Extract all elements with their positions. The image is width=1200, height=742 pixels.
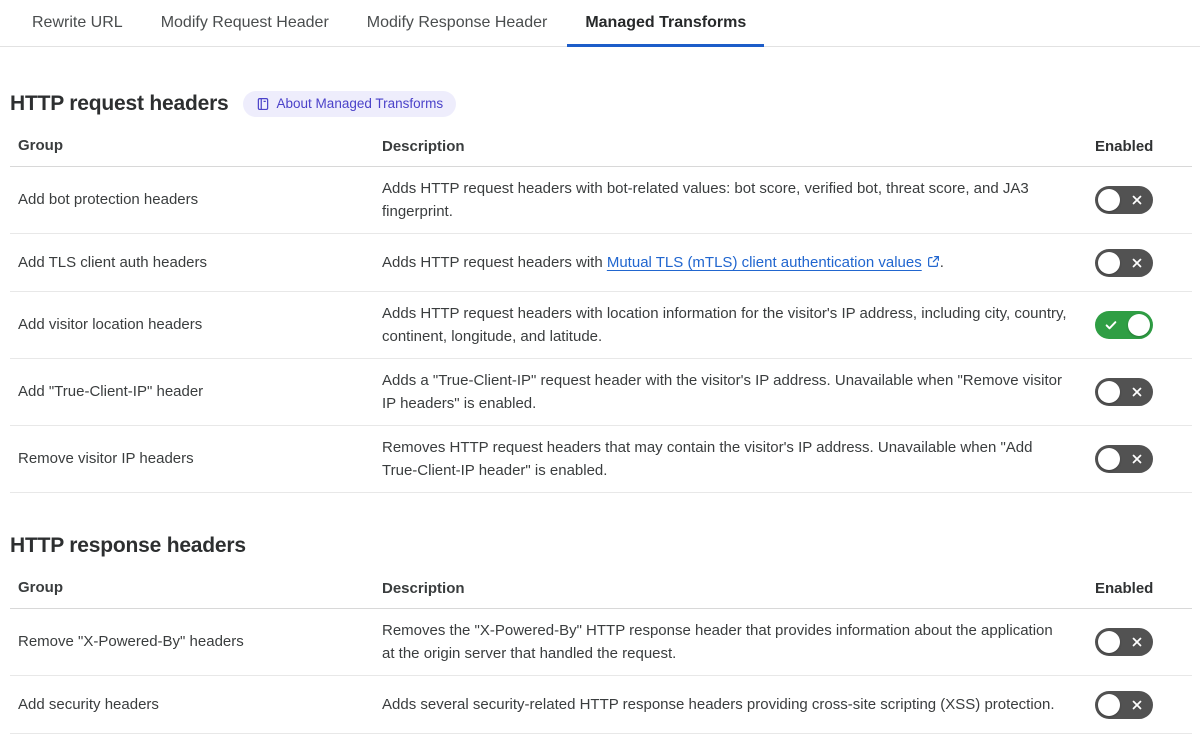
x-icon [1132,700,1142,709]
description-text: . [939,254,944,271]
x-icon [1132,195,1142,205]
section-head: HTTP request headers About Managed Trans… [10,91,1192,117]
column-header-enabled-label: Enabled [1095,138,1154,155]
managed-transforms-page: Rewrite URL Modify Request Header Modify… [0,0,1200,742]
table-row: Add bot protection headers Adds HTTP req… [10,167,1192,234]
toggle-switch[interactable] [1095,311,1153,339]
group-cell: Add "True-Client-IP" header [18,383,204,400]
tab-modify-response-header[interactable]: Modify Response Header [349,0,566,46]
tab-rewrite-url[interactable]: Rewrite URL [14,0,141,46]
description-text: Adds several security-related HTTP respo… [382,696,1055,713]
section-head: HTTP response headers [10,533,1192,559]
table-row: Add visitor location headers Adds HTTP r… [10,292,1192,359]
column-header-enabled-label: Enabled [1095,580,1154,597]
http-response-headers-section: HTTP response headers Group Description … [10,533,1192,734]
toggle-knob [1098,693,1120,716]
description-cell: Adds HTTP request headers with Mutual TL… [382,251,1087,274]
description-text: Removes HTTP request headers that may co… [382,439,1033,479]
tab-modify-request-header[interactable]: Modify Request Header [143,0,347,46]
table-row: Add TLS client auth headers Adds HTTP re… [10,234,1192,292]
enabled-cell [1087,628,1192,656]
enabled-cell [1087,186,1192,214]
enabled-cell [1087,690,1192,719]
table-row: Remove "X-Powered-By" headers Removes th… [10,609,1192,676]
tab-label: Modify Request Header [160,14,329,31]
section-title: HTTP response headers [10,534,246,557]
x-icon [1132,637,1142,647]
toggle-knob [1098,251,1120,274]
tab-label: Rewrite URL [32,14,123,31]
toggle-knob [1098,189,1120,211]
tab-bar: Rewrite URL Modify Request Header Modify… [0,0,1200,47]
book-icon [257,97,268,111]
enabled-cell [1087,378,1192,406]
description-cell: Adds a "True-Client-IP" request header w… [382,369,1087,415]
column-header-enabled: Enabled [1087,577,1192,600]
toggle-switch[interactable] [1095,445,1153,473]
column-header-group: Group [18,137,63,154]
column-header-description: Description [382,580,465,597]
description-text: Adds a "True-Client-IP" request header w… [382,372,1062,412]
toggle-knob [1098,381,1120,403]
group-cell: Add security headers [18,695,159,713]
description-cell: Removes the "X-Powered-By" HTTP response… [382,619,1087,665]
tab-managed-transforms[interactable]: Managed Transforms [567,0,765,47]
table-header-row: Group Description Enabled [10,572,1192,609]
enabled-cell [1087,311,1192,339]
section-title: HTTP request headers [10,92,229,115]
group-cell: Remove "X-Powered-By" headers [18,633,244,650]
x-icon [1132,454,1142,464]
x-icon [1132,387,1142,397]
group-cell: Add bot protection headers [18,191,199,208]
column-header-description: Description [382,138,465,155]
table-row: Add "True-Client-IP" header Adds a "True… [10,359,1192,426]
tab-label: Managed Transforms [585,14,747,31]
group-cell: Add visitor location headers [18,316,203,333]
table-row: Add security headers Adds several securi… [10,676,1192,734]
toggle-switch[interactable] [1095,378,1153,406]
enabled-cell [1087,445,1192,473]
description-cell: Adds several security-related HTTP respo… [382,693,1087,716]
description-text: Adds HTTP request headers with location … [382,305,1067,345]
description-text: Removes the "X-Powered-By" HTTP response… [382,622,1053,662]
table-header-row: Group Description Enabled [10,130,1192,167]
group-cell: Add TLS client auth headers [18,253,208,271]
toggle-switch[interactable] [1095,690,1153,719]
column-header-group: Group [18,579,63,596]
description-cell: Adds HTTP request headers with location … [382,302,1087,348]
table-body: Remove "X-Powered-By" headers Removes th… [10,609,1192,734]
toggle-switch[interactable] [1095,248,1153,277]
about-managed-transforms-badge[interactable]: About Managed Transforms [242,91,457,117]
group-cell: Remove visitor IP headers [18,450,194,467]
table-row: Remove visitor IP headers Removes HTTP r… [10,426,1192,493]
toggle-switch[interactable] [1095,628,1153,656]
table-body: Add bot protection headers Adds HTTP req… [10,167,1192,493]
http-request-headers-section: HTTP request headers About Managed Trans… [10,91,1192,493]
toggle-knob [1098,448,1120,470]
toggle-knob [1098,631,1120,653]
description-link-text: Mutual TLS (mTLS) client authentication … [606,254,922,271]
main: HTTP request headers About Managed Trans… [0,91,1200,734]
description-doc-link[interactable]: Mutual TLS (mTLS) client authentication … [607,254,940,271]
description-cell: Adds HTTP request headers with bot-relat… [382,177,1087,223]
tab-label: Modify Response Header [366,14,548,31]
toggle-switch[interactable] [1095,186,1153,214]
external-link-icon [927,256,939,267]
x-icon [1132,258,1142,267]
description-text: Adds HTTP request headers with [382,254,607,271]
check-icon [1105,321,1117,330]
description-cell: Removes HTTP request headers that may co… [382,436,1087,482]
toggle-knob [1128,314,1150,336]
column-header-enabled: Enabled [1087,135,1192,158]
description-text: Adds HTTP request headers with bot-relat… [382,180,1029,220]
badge-label: About Managed Transforms [276,96,444,111]
enabled-cell [1087,248,1192,277]
